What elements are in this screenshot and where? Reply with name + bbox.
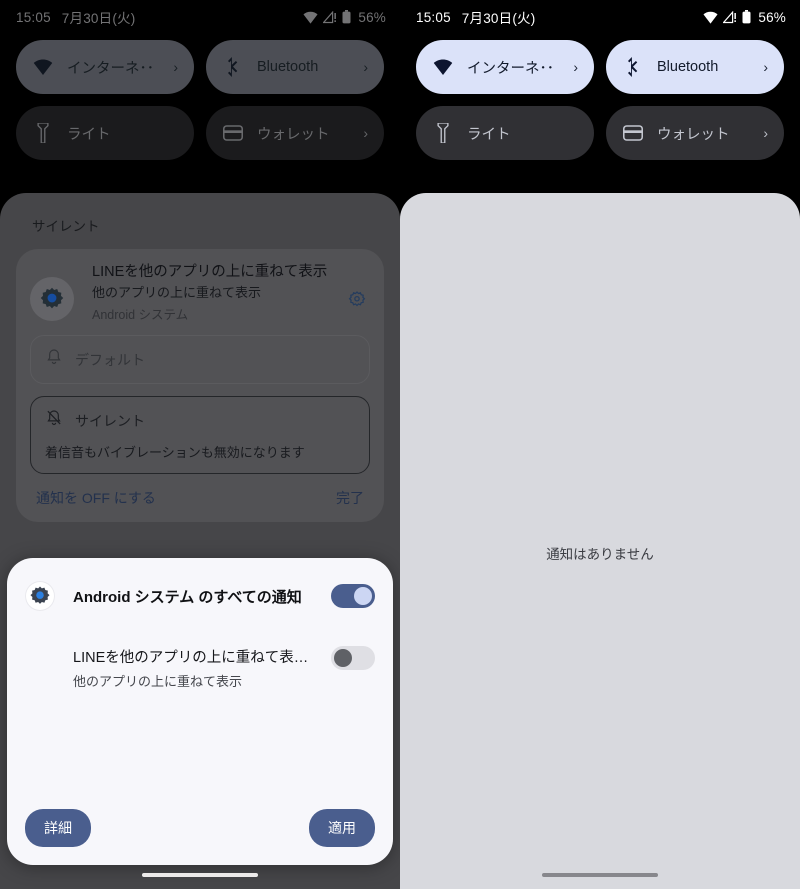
wifi-icon xyxy=(303,11,318,24)
quick-settings-left: インターネ･･ › Bluetooth › ライト ウォレット › xyxy=(0,34,400,160)
details-button[interactable]: 詳細 xyxy=(25,809,91,847)
status-bar-left-group: 15:05 7月30日(火) xyxy=(16,7,135,27)
qs-tile-flashlight-label: ライト xyxy=(67,126,111,143)
cellular-signal-warning-icon xyxy=(723,10,737,24)
qs-row-1: インターネ･･ › Bluetooth › xyxy=(416,40,784,94)
dialog-sub-description: 他のアプリの上に重ねて表示 xyxy=(73,674,243,689)
bluetooth-icon xyxy=(222,56,244,78)
notification-option-silent[interactable]: サイレント 着信音もバイブレーションも無効になります xyxy=(30,396,370,475)
bluetooth-icon xyxy=(622,56,644,78)
right-screen: 15:05 7月30日(火) 56% インターネ･･ › Bluetooth ›… xyxy=(400,0,800,889)
qs-tile-internet[interactable]: インターネ･･ › xyxy=(16,40,194,94)
android-settings-gear-icon xyxy=(25,581,55,611)
gesture-bar-left[interactable] xyxy=(142,873,258,877)
qs-tile-wallet-label: ウォレット xyxy=(257,126,330,143)
qs-tile-internet-label: インターネ･･ xyxy=(67,60,154,77)
notification-header: LINEを他のアプリの上に重ねて表示 他のアプリの上に重ねて表示 Android… xyxy=(30,263,370,323)
wallet-icon xyxy=(622,122,644,144)
status-bar-left-group: 15:05 7月30日(火) xyxy=(416,7,535,27)
turn-off-notifications-button[interactable]: 通知を OFF にする xyxy=(36,488,156,508)
qs-row-2: ライト ウォレット › xyxy=(16,106,384,160)
wifi-icon xyxy=(432,56,454,78)
apply-button[interactable]: 適用 xyxy=(309,809,375,847)
dialog-sub-toggle[interactable] xyxy=(331,646,375,670)
bell-icon xyxy=(45,348,63,371)
quick-settings-right: インターネ･･ › Bluetooth › ライト ウォレット › xyxy=(400,34,800,160)
status-bar-right-group: 56% xyxy=(303,10,386,25)
qs-tile-wallet[interactable]: ウォレット › xyxy=(606,106,784,160)
notification-card[interactable]: LINEを他のアプリの上に重ねて表示 他のアプリの上に重ねて表示 Android… xyxy=(16,249,384,523)
qs-tile-bluetooth[interactable]: Bluetooth › xyxy=(206,40,384,94)
cellular-signal-warning-icon xyxy=(323,10,337,24)
status-date: 7月30日(火) xyxy=(61,11,136,26)
option-silent-label: サイレント xyxy=(75,412,145,429)
dialog-footer: 詳細 適用 xyxy=(7,809,393,865)
notification-settings-dialog: Android システム のすべての通知 LINEを他のアプリの上に重ねて表… … xyxy=(7,558,393,865)
status-bar-right-group: 56% xyxy=(703,10,786,25)
qs-tile-internet[interactable]: インターネ･･ › xyxy=(416,40,594,94)
chevron-right-icon[interactable]: › xyxy=(363,59,368,75)
dialog-main-row: Android システム のすべての通知 xyxy=(7,574,393,618)
shade-section-title: サイレント xyxy=(32,219,100,234)
status-date: 7月30日(火) xyxy=(461,11,536,26)
flashlight-icon xyxy=(32,122,54,144)
chevron-right-icon[interactable]: › xyxy=(573,59,578,75)
notification-shade-right: 通知はありません xyxy=(400,193,800,889)
option-default-head: デフォルト xyxy=(45,348,355,371)
dialog-sub-title: LINEを他のアプリの上に重ねて表… xyxy=(73,650,309,666)
battery-icon xyxy=(742,10,751,24)
status-time: 15:05 xyxy=(416,9,451,25)
left-screen: 15:05 7月30日(火) 56% インターネ･･ › Bluetooth ›… xyxy=(0,0,400,889)
qs-tile-internet-label: インターネ･･ xyxy=(467,60,554,77)
qs-tile-bluetooth[interactable]: Bluetooth › xyxy=(606,40,784,94)
notification-subtitle: 他のアプリの上に重ねて表示 xyxy=(92,284,262,300)
qs-tile-bluetooth-label: Bluetooth xyxy=(257,59,319,75)
no-notifications-message: 通知はありません xyxy=(546,547,654,562)
chevron-right-icon[interactable]: › xyxy=(173,59,178,75)
toggle-knob xyxy=(354,587,372,605)
qs-tile-flashlight-label: ライト xyxy=(467,126,511,143)
android-settings-gear-icon xyxy=(30,277,74,321)
qs-row-1: インターネ･･ › Bluetooth › xyxy=(16,40,384,94)
notification-option-default[interactable]: デフォルト xyxy=(30,335,370,385)
dialog-sub-row: LINEを他のアプリの上に重ねて表… 他のアプリの上に重ねて表示 xyxy=(7,646,393,690)
flashlight-icon xyxy=(432,122,454,144)
dialog-sub-texts: LINEを他のアプリの上に重ねて表… 他のアプリの上に重ねて表示 xyxy=(73,646,331,690)
wifi-icon xyxy=(703,11,718,24)
gesture-bar-right[interactable] xyxy=(542,873,658,877)
option-default-label: デフォルト xyxy=(75,351,145,368)
qs-tile-flashlight[interactable]: ライト xyxy=(416,106,594,160)
dialog-main-toggle[interactable] xyxy=(331,584,375,608)
status-bar-right: 15:05 7月30日(火) 56% xyxy=(400,0,800,34)
notification-texts: LINEを他のアプリの上に重ねて表示 他のアプリの上に重ねて表示 Android… xyxy=(92,263,338,323)
done-button[interactable]: 完了 xyxy=(336,488,364,508)
battery-percent-label: 56% xyxy=(358,9,386,25)
qs-tile-flashlight[interactable]: ライト xyxy=(16,106,194,160)
notification-actions: 通知を OFF にする 完了 xyxy=(30,474,370,512)
qs-tile-wallet-label: ウォレット xyxy=(657,126,730,143)
chevron-right-icon[interactable]: › xyxy=(363,125,368,141)
status-bar-left: 15:05 7月30日(火) 56% xyxy=(0,0,400,34)
dual-screenshot-comparison: 15:05 7月30日(火) 56% インターネ･･ › Bluetooth ›… xyxy=(0,0,800,889)
qs-tile-wallet[interactable]: ウォレット › xyxy=(206,106,384,160)
battery-percent-label: 56% xyxy=(758,9,786,25)
qs-row-2: ライト ウォレット › xyxy=(416,106,784,160)
bell-off-icon xyxy=(45,409,63,432)
gear-icon[interactable] xyxy=(346,289,368,311)
wallet-icon xyxy=(222,122,244,144)
dialog-main-label: Android システム のすべての通知 xyxy=(73,588,302,606)
toggle-knob xyxy=(334,649,352,667)
dialog-spacer xyxy=(7,690,393,809)
chevron-right-icon[interactable]: › xyxy=(763,59,768,75)
wifi-icon xyxy=(32,56,54,78)
qs-tile-bluetooth-label: Bluetooth xyxy=(657,59,719,75)
battery-icon xyxy=(342,10,351,24)
option-silent-head: サイレント xyxy=(45,409,355,432)
notification-app-name: Android システム xyxy=(92,308,189,323)
status-time: 15:05 xyxy=(16,9,51,25)
option-silent-description: 着信音もバイブレーションも無効になります xyxy=(45,445,305,461)
notification-title: LINEを他のアプリの上に重ねて表示 xyxy=(92,264,328,280)
chevron-right-icon[interactable]: › xyxy=(763,125,768,141)
